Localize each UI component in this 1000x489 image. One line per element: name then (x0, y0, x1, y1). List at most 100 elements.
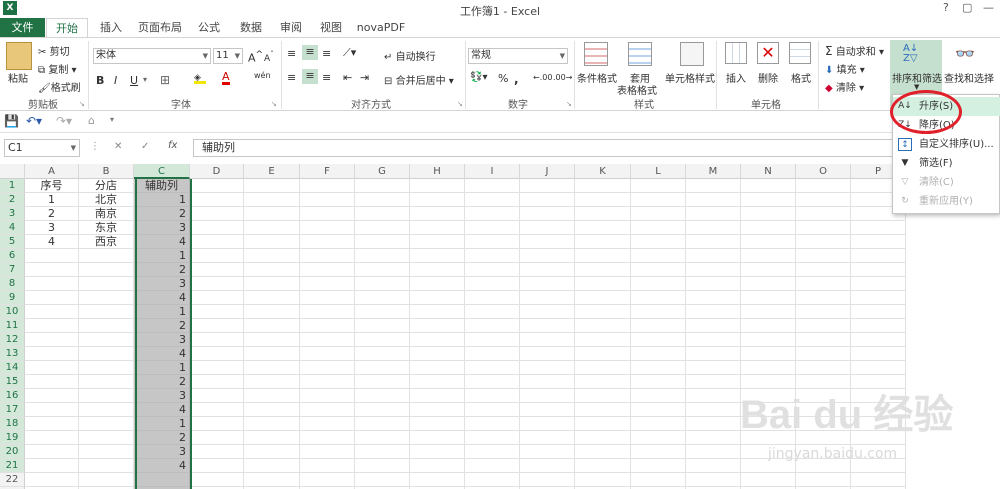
cell-o22[interactable] (796, 473, 851, 487)
cell-f12[interactable] (300, 333, 355, 347)
customize-qat-icon[interactable]: ▾ (110, 115, 114, 124)
cell-m19[interactable] (686, 431, 741, 445)
cell-j18[interactable] (520, 417, 575, 431)
tab-home[interactable]: 开始 (46, 18, 88, 39)
column-header-m[interactable]: M (686, 164, 741, 179)
cell-k12[interactable] (575, 333, 631, 347)
cell-n15[interactable] (741, 375, 796, 389)
cell-g22[interactable] (355, 473, 410, 487)
cell-n21[interactable] (741, 459, 796, 473)
cell-d18[interactable] (190, 417, 244, 431)
grow-font-button[interactable]: A^ (248, 49, 263, 65)
cell-p22[interactable] (851, 473, 906, 487)
comma-button[interactable]: , (514, 72, 519, 86)
cell-o9[interactable] (796, 291, 851, 305)
sort-ascending-item[interactable]: A↓ 升序(S) (893, 97, 1000, 116)
cell-g16[interactable] (355, 389, 410, 403)
name-box[interactable]: C1 ▼ (4, 139, 80, 157)
cell-p11[interactable] (851, 319, 906, 333)
column-header-n[interactable]: N (741, 164, 796, 179)
cell-j21[interactable] (520, 459, 575, 473)
cell-d6[interactable] (190, 249, 244, 263)
cell-l17[interactable] (631, 403, 686, 417)
filter-item[interactable]: ▼ 筛选(F) (893, 154, 1000, 173)
cell-a13[interactable] (25, 347, 79, 361)
cell-n10[interactable] (741, 305, 796, 319)
font-size-select[interactable]: 11 ▼ (213, 48, 243, 64)
clear-button[interactable]: ◆ 清除 ▾ (825, 79, 864, 94)
cell-h4[interactable] (410, 221, 465, 235)
cell-g20[interactable] (355, 445, 410, 459)
tab-data[interactable]: 数据 (236, 18, 266, 38)
cell-a5[interactable]: 4 (25, 235, 79, 249)
cell-d4[interactable] (190, 221, 244, 235)
cell-g4[interactable] (355, 221, 410, 235)
cell-p8[interactable] (851, 277, 906, 291)
cell-j1[interactable] (520, 179, 575, 193)
cell-h18[interactable] (410, 417, 465, 431)
alignment-launcher-icon[interactable]: ↘ (457, 100, 463, 108)
cell-n8[interactable] (741, 277, 796, 291)
align-right-icon[interactable]: ≡ (322, 71, 331, 84)
cell-a21[interactable] (25, 459, 79, 473)
help-button[interactable]: ? (943, 1, 949, 14)
cell-m10[interactable] (686, 305, 741, 319)
cell-o17[interactable] (796, 403, 851, 417)
copy-button[interactable]: ⧉ 复制 ▾ (38, 61, 77, 77)
cell-a11[interactable] (25, 319, 79, 333)
cell-a15[interactable] (25, 375, 79, 389)
cell-l9[interactable] (631, 291, 686, 305)
cell-j14[interactable] (520, 361, 575, 375)
column-header-o[interactable]: O (796, 164, 851, 179)
cell-f9[interactable] (300, 291, 355, 305)
cell-k5[interactable] (575, 235, 631, 249)
cell-j9[interactable] (520, 291, 575, 305)
cell-p14[interactable] (851, 361, 906, 375)
decrease-indent-icon[interactable]: ⇤ (343, 71, 352, 84)
cell-c1[interactable]: 辅助列 (134, 179, 190, 193)
cell-p19[interactable] (851, 431, 906, 445)
cell-d5[interactable] (190, 235, 244, 249)
cell-d1[interactable] (190, 179, 244, 193)
cell-h20[interactable] (410, 445, 465, 459)
cell-l4[interactable] (631, 221, 686, 235)
cell-p7[interactable] (851, 263, 906, 277)
select-all-corner[interactable] (0, 164, 25, 179)
column-header-j[interactable]: J (520, 164, 575, 179)
cell-i17[interactable] (465, 403, 520, 417)
cell-f6[interactable] (300, 249, 355, 263)
tab-novapdf[interactable]: novaPDF (356, 18, 406, 38)
cell-b19[interactable] (79, 431, 134, 445)
sort-descending-item[interactable]: Z↓ 降序(O) (893, 116, 1000, 135)
minimize-button[interactable]: — (983, 1, 994, 14)
redo-icon[interactable]: ↷▾ (56, 114, 72, 128)
cell-f10[interactable] (300, 305, 355, 319)
cell-a18[interactable] (25, 417, 79, 431)
cell-n13[interactable] (741, 347, 796, 361)
row-header-1[interactable]: 1 (0, 179, 25, 193)
cell-i10[interactable] (465, 305, 520, 319)
cell-e15[interactable] (244, 375, 300, 389)
cell-d14[interactable] (190, 361, 244, 375)
cell-b15[interactable] (79, 375, 134, 389)
cell-i6[interactable] (465, 249, 520, 263)
cell-m22[interactable] (686, 473, 741, 487)
cell-a12[interactable] (25, 333, 79, 347)
phonetic-button[interactable]: wén (254, 71, 271, 80)
insert-cells-button[interactable]: 插入 (726, 70, 746, 85)
cell-k16[interactable] (575, 389, 631, 403)
cell-o12[interactable] (796, 333, 851, 347)
format-cells-button[interactable]: 格式 (791, 70, 811, 85)
cell-k6[interactable] (575, 249, 631, 263)
cell-h11[interactable] (410, 319, 465, 333)
cell-h5[interactable] (410, 235, 465, 249)
cell-n16[interactable] (741, 389, 796, 403)
cell-j16[interactable] (520, 389, 575, 403)
cell-d2[interactable] (190, 193, 244, 207)
cell-h9[interactable] (410, 291, 465, 305)
cell-c17[interactable]: 4 (134, 403, 190, 417)
column-header-g[interactable]: G (355, 164, 410, 179)
cell-b5[interactable]: 西京 (79, 235, 134, 249)
conditional-format-button[interactable]: 条件格式 (577, 70, 617, 85)
cell-k18[interactable] (575, 417, 631, 431)
